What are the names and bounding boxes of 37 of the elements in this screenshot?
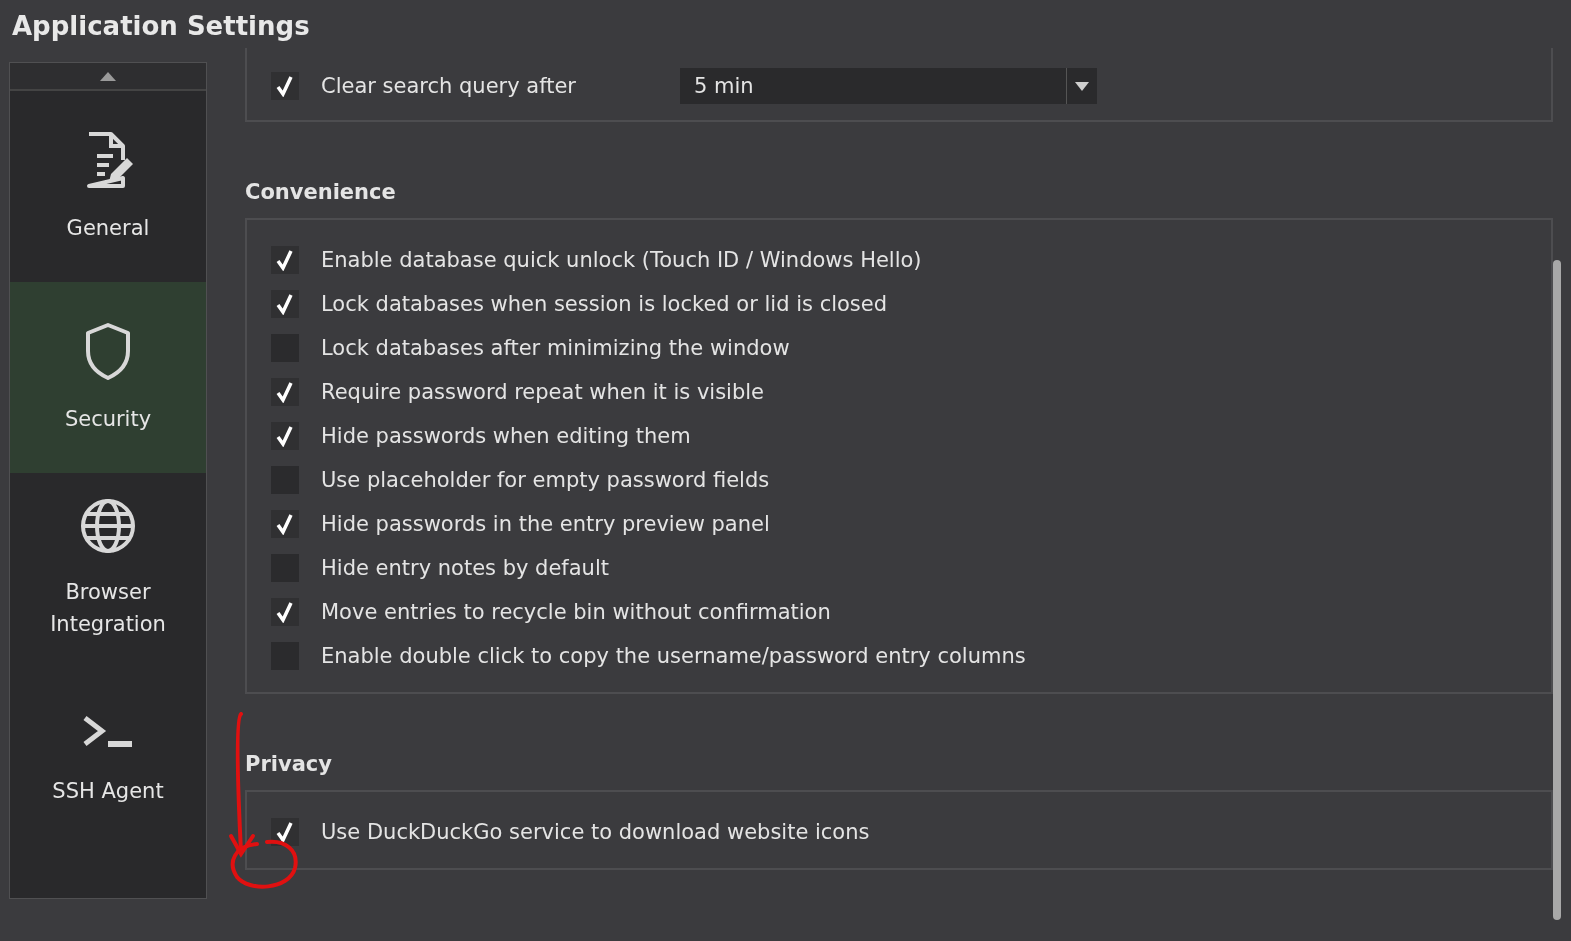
option-label: Clear search query after bbox=[321, 74, 577, 98]
sidebar-item-label: Browser Integration bbox=[49, 578, 167, 638]
option-label: Enable database quick unlock (Touch ID / Windows Hello) bbox=[321, 248, 922, 272]
sidebar-item-label: Security bbox=[63, 405, 153, 433]
checkbox[interactable] bbox=[271, 510, 299, 538]
section-heading: Privacy bbox=[245, 752, 333, 776]
section-heading: Convenience bbox=[245, 180, 397, 204]
option-label: Move entries to recycle bin without confirmation bbox=[321, 600, 831, 624]
dropdown-arrow-icon bbox=[1075, 81, 1089, 91]
sidebar-item[interactable]: General bbox=[10, 91, 206, 282]
option-label: Hide entry notes by default bbox=[321, 556, 609, 580]
checkbox[interactable] bbox=[271, 818, 299, 846]
sidebar-item[interactable]: Browser Integration bbox=[10, 473, 206, 664]
option-label: Require password repeat when it is visible bbox=[321, 380, 764, 404]
globe-icon bbox=[80, 497, 136, 554]
sidebar-item-label: SSH Agent bbox=[51, 777, 165, 805]
option-label: Hide passwords in the entry preview panel bbox=[321, 512, 770, 536]
checkbox[interactable] bbox=[271, 246, 299, 274]
option-label: Enable double click to copy the username/password entry columns bbox=[321, 644, 1026, 668]
checkbox[interactable] bbox=[271, 290, 299, 318]
option-label: Use placeholder for empty password fields bbox=[321, 468, 770, 492]
shield-icon bbox=[83, 320, 133, 381]
sidebar-item[interactable]: Security bbox=[10, 282, 206, 473]
sidebar-item[interactable]: SSH Agent bbox=[10, 664, 206, 855]
sidebar-item-label: General bbox=[65, 214, 151, 242]
checkbox[interactable] bbox=[271, 598, 299, 626]
scrollbar-thumb[interactable] bbox=[1553, 260, 1561, 920]
option-label: Lock databases when session is locked or lid is closed bbox=[321, 292, 888, 316]
triangle-up-icon bbox=[99, 70, 117, 82]
option-label: Use DuckDuckGo service to download website icons bbox=[321, 820, 870, 844]
window-title: Application Settings bbox=[12, 11, 310, 41]
option-label: Hide passwords when editing them bbox=[321, 424, 691, 448]
dropdown[interactable]: 5 min bbox=[680, 68, 1097, 104]
checkbox[interactable] bbox=[271, 72, 299, 100]
checkbox[interactable] bbox=[271, 378, 299, 406]
checkbox[interactable] bbox=[271, 422, 299, 450]
option-label: Lock databases after minimizing the window bbox=[321, 336, 790, 360]
